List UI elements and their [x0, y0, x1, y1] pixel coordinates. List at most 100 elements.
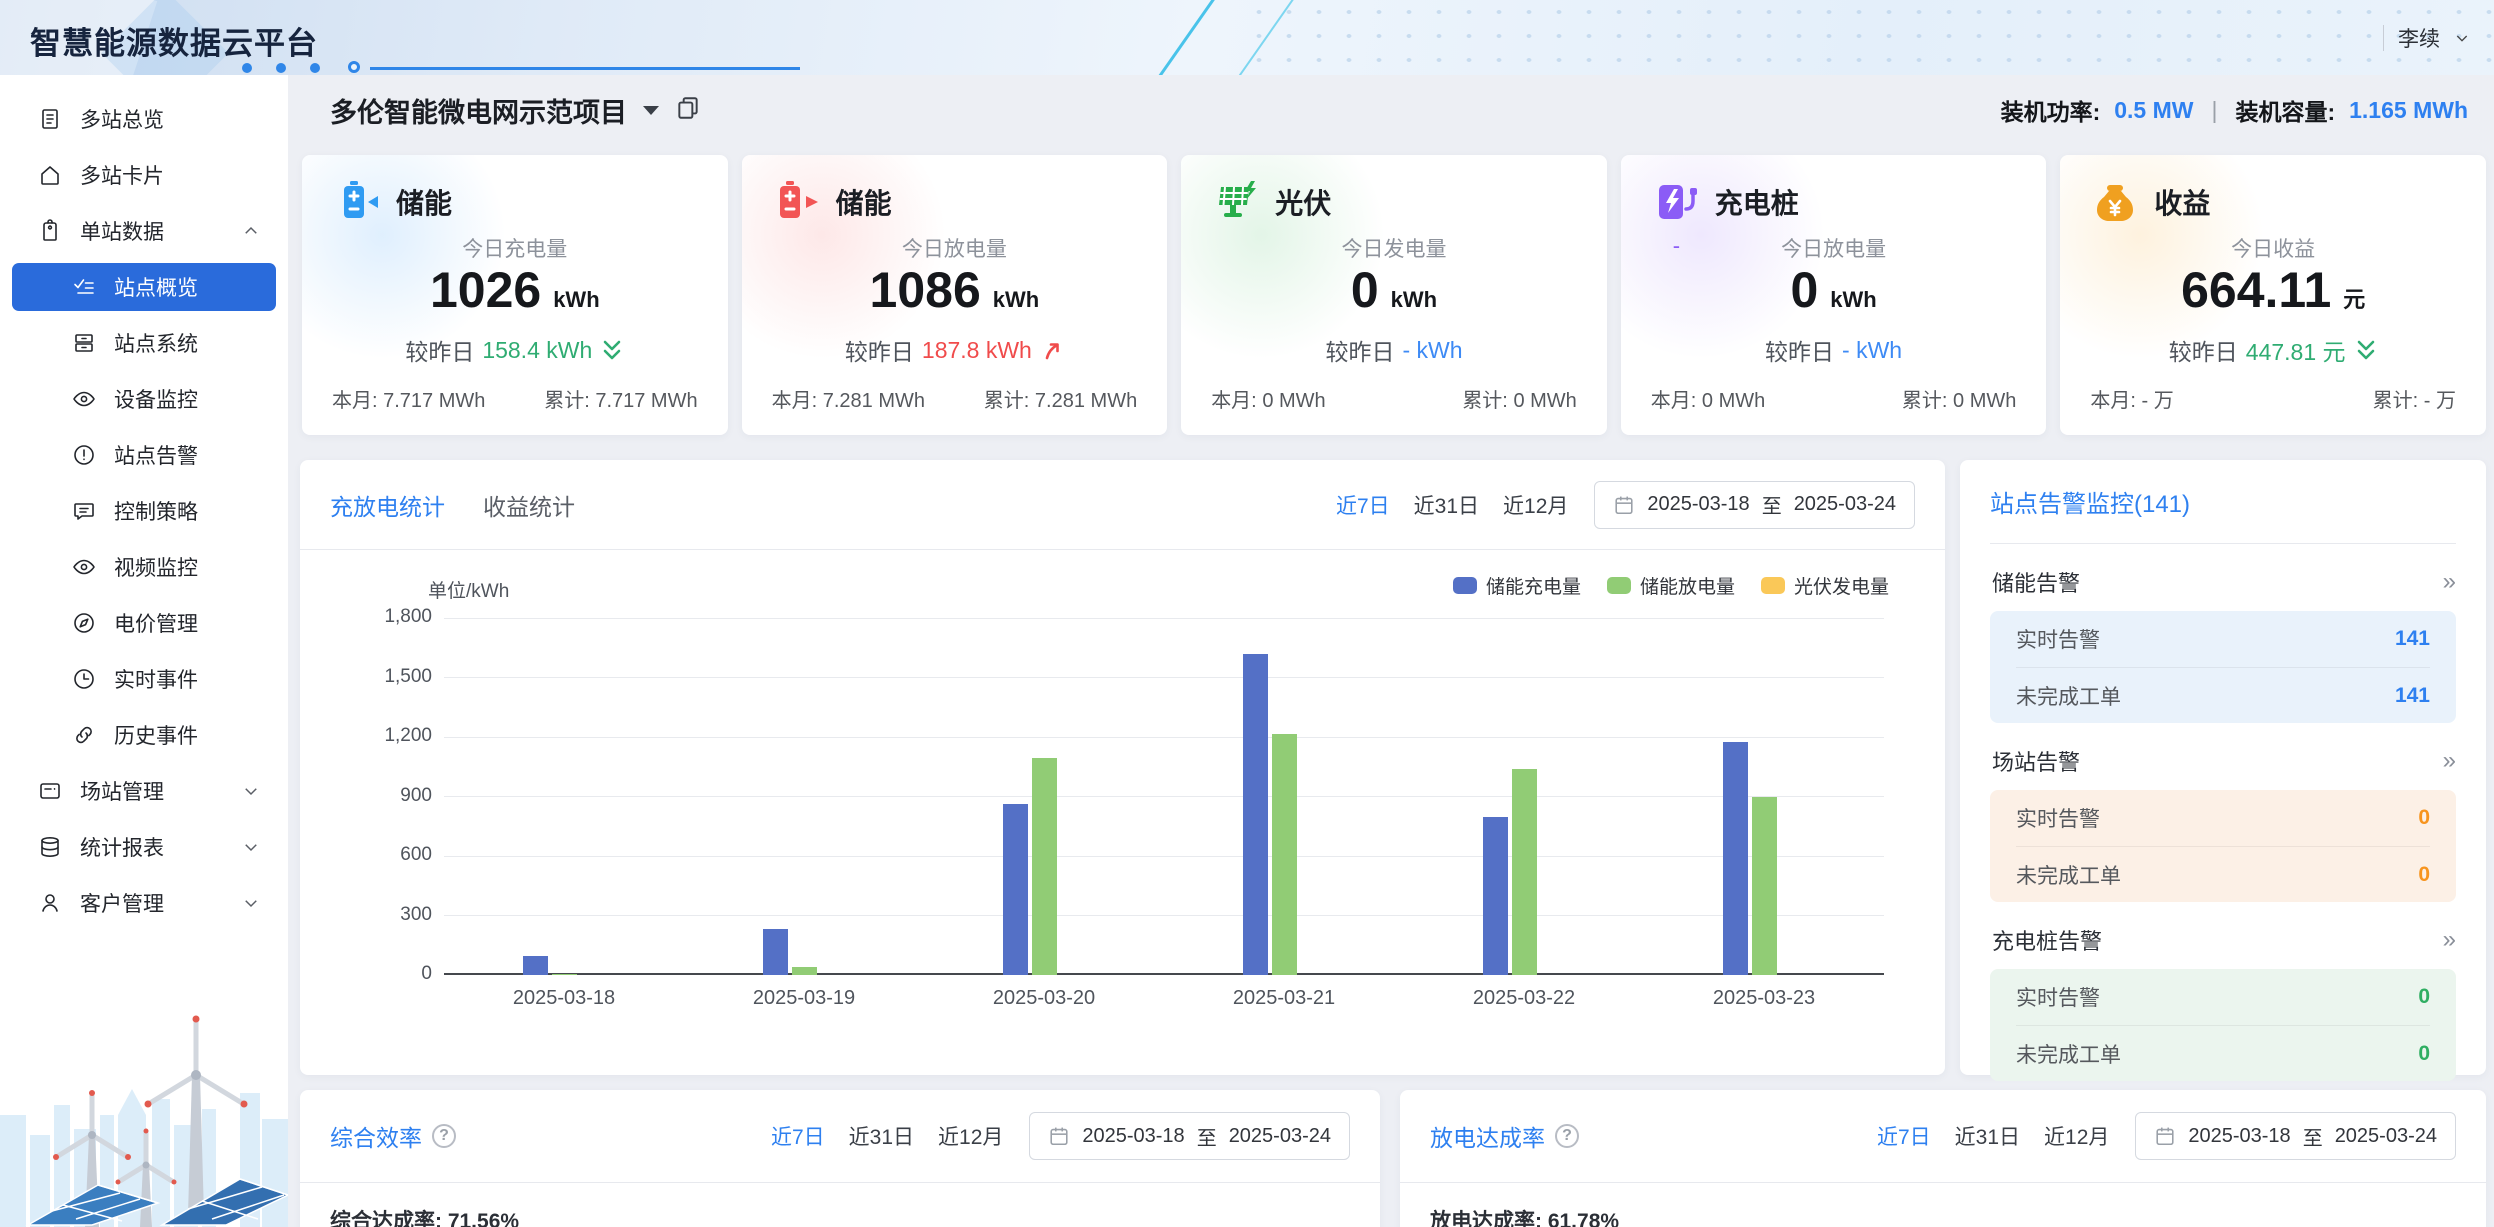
sidebar-item-price-management[interactable]: 电价管理: [0, 595, 288, 651]
range-12m[interactable]: 近12月: [938, 1121, 1003, 1151]
person-icon: [38, 891, 62, 915]
range-12m[interactable]: 近12月: [2044, 1121, 2109, 1151]
chart-x-tick-label: 2025-03-22: [1404, 987, 1644, 1010]
copy-icon[interactable]: [675, 95, 701, 126]
help-icon[interactable]: ?: [432, 1124, 456, 1148]
tab-income-stats[interactable]: 收益统计: [483, 488, 575, 522]
chart-bar-series1-2025-03-21[interactable]: [1272, 734, 1297, 975]
chart-bar-series0-2025-03-23[interactable]: [1723, 742, 1748, 975]
alarm-row[interactable]: 未完成工单 141: [2016, 667, 2430, 723]
chart-bar-series0-2025-03-21[interactable]: [1243, 654, 1268, 975]
sidebar-item-device-monitoring[interactable]: 设备监控: [0, 371, 288, 427]
sidebar-illustration: [0, 957, 288, 1227]
sidebar-item-single-station-data[interactable]: 单站数据: [0, 203, 288, 259]
range-7d[interactable]: 近7日: [1877, 1121, 1931, 1151]
alarm-row[interactable]: 实时告警 0: [2016, 790, 2430, 846]
sidebar-item-station-management[interactable]: 场站管理: [0, 763, 288, 819]
compare-label: 较昨日: [405, 333, 474, 367]
sidebar-item-video-monitoring[interactable]: 视频监控: [0, 539, 288, 595]
range-7d[interactable]: 近7日: [1336, 490, 1390, 520]
date-range-picker[interactable]: 2025-03-18 至 2025-03-24: [1594, 481, 1915, 529]
chart-x-tick-label: 2025-03-19: [684, 987, 924, 1010]
range-31d[interactable]: 近31日: [1955, 1121, 2020, 1151]
alarm-row[interactable]: 实时告警 141: [2016, 611, 2430, 667]
metric-unit: kWh: [1391, 287, 1437, 313]
metric-value: 1026: [430, 261, 541, 319]
sidebar-item-statistics-reports[interactable]: 统计报表: [0, 819, 288, 875]
chevron-up-icon: [242, 222, 260, 240]
total-stat: 累计: 0 MWh: [1902, 384, 2016, 413]
topbar: 多伦智能微电网示范项目 装机功率: 0.5 MW | 装机容量: 1.165 M…: [288, 75, 2494, 145]
installed-stats: 装机功率: 0.5 MW | 装机容量: 1.165 MWh: [2001, 75, 2468, 145]
sidebar-item-history-events[interactable]: 历史事件: [0, 707, 288, 763]
range-12m[interactable]: 近12月: [1503, 490, 1568, 520]
sidebar-item-label: 单站数据: [80, 216, 164, 246]
sidebar-item-site-overview[interactable]: 站点概览: [0, 259, 288, 315]
legend-item[interactable]: 光伏发电量: [1761, 572, 1889, 599]
installed-capacity-label: 装机容量:: [2235, 93, 2335, 127]
storage-discharge-card: 储能 今日放电量 1086 kWh 较昨日 187.8 kWh 本月: 7.28…: [742, 155, 1168, 435]
storage-charge-card: 储能 今日充电量 1026 kWh 较昨日 158.4 kWh 本月: 7.71…: [302, 155, 728, 435]
chart-y-tick-label: 1,200: [352, 725, 432, 747]
sidebar-item-label: 实时事件: [114, 664, 198, 694]
income-card: 收益 今日收益 664.11 元 较昨日 447.81 元 本月: - 万 累计…: [2060, 155, 2486, 435]
card-title: 储能: [396, 182, 452, 222]
sidebar-item-label: 站点告警: [114, 440, 198, 470]
sidebar-item-multi-station-overview[interactable]: 多站总览: [0, 91, 288, 147]
sidebar-item-site-alarm[interactable]: 站点告警: [0, 427, 288, 483]
charging-pile-icon: [1653, 179, 1699, 225]
metric-value: 664.11: [2181, 261, 2331, 319]
legend-item[interactable]: 储能放电量: [1607, 572, 1735, 599]
help-icon[interactable]: ?: [1555, 1124, 1579, 1148]
alarm-row[interactable]: 未完成工单 0: [2016, 846, 2430, 902]
sidebar-item-label: 电价管理: [114, 608, 198, 638]
chart-bar-series1-2025-03-23[interactable]: [1752, 797, 1777, 975]
chart-bar-series1-2025-03-19[interactable]: [792, 967, 817, 975]
achievement-rate-text: 放电达成率: 61.78%: [1400, 1183, 2486, 1227]
sidebar-item-control-strategy[interactable]: 控制策略: [0, 483, 288, 539]
range-31d[interactable]: 近31日: [1414, 490, 1479, 520]
legend-label: 光伏发电量: [1794, 572, 1889, 599]
user-menu[interactable]: 李续: [2383, 0, 2470, 75]
chart-bar-series1-2025-03-20[interactable]: [1032, 758, 1057, 975]
more-chevrons-icon[interactable]: »: [2443, 747, 2454, 775]
sidebar-item-multi-station-cards[interactable]: 多站卡片: [0, 147, 288, 203]
tab-charge-discharge-stats[interactable]: 充放电统计: [330, 488, 445, 522]
divider: |: [2207, 97, 2221, 124]
sidebar-item-site-system[interactable]: 站点系统: [0, 315, 288, 371]
alarm-row[interactable]: 实时告警 0: [2016, 969, 2430, 1025]
alarm-section-title-charger: 充电桩告警: [1992, 924, 2102, 956]
chart-bar-series0-2025-03-18[interactable]: [523, 956, 548, 975]
chart-bar-series0-2025-03-19[interactable]: [763, 929, 788, 975]
range-31d[interactable]: 近31日: [849, 1121, 914, 1151]
chart-gridline: [444, 915, 1884, 916]
kpi-card-row: 储能 今日充电量 1026 kWh 较昨日 158.4 kWh 本月: 7.71…: [302, 155, 2486, 435]
date-range-picker[interactable]: 2025-03-18 至 2025-03-24: [2135, 1112, 2456, 1160]
range-7d[interactable]: 近7日: [771, 1121, 825, 1151]
alarm-panel-title[interactable]: 站点告警监控(141): [1990, 460, 2456, 544]
chart-bar-series1-2025-03-22[interactable]: [1512, 769, 1537, 975]
total-stat: 累计: 7.717 MWh: [544, 384, 697, 413]
more-chevrons-icon[interactable]: »: [2443, 926, 2454, 954]
legend-item[interactable]: 储能充电量: [1453, 572, 1581, 599]
chart-bar-series1-2025-03-18[interactable]: [552, 974, 577, 975]
chart-bar-series0-2025-03-22[interactable]: [1483, 817, 1508, 975]
compass-icon: [72, 611, 96, 635]
eye-icon: [72, 555, 96, 579]
date-range-picker[interactable]: 2025-03-18 至 2025-03-24: [1029, 1112, 1350, 1160]
chevron-down-icon: [2454, 30, 2470, 46]
alarm-section-title-storage: 储能告警: [1992, 566, 2080, 598]
header-dots-decoration: [1244, 0, 2494, 75]
chart-bar-series0-2025-03-20[interactable]: [1003, 804, 1028, 975]
sidebar-item-realtime-events[interactable]: 实时事件: [0, 651, 288, 707]
more-chevrons-icon[interactable]: »: [2443, 568, 2454, 596]
compare-label: 较昨日: [1765, 333, 1834, 367]
sidebar-item-customer-management[interactable]: 客户管理: [0, 875, 288, 931]
alarm-row[interactable]: 未完成工单 0: [2016, 1025, 2430, 1081]
metric-unit: 元: [2343, 282, 2365, 314]
divider: [2383, 25, 2384, 51]
chart-legend: 储能充电量储能放电量 光伏发电量: [1453, 572, 1889, 599]
legend-swatch: [1607, 577, 1631, 594]
chart-x-axis-line: [444, 973, 1884, 975]
project-selector[interactable]: 多伦智能微电网示范项目: [330, 75, 701, 145]
